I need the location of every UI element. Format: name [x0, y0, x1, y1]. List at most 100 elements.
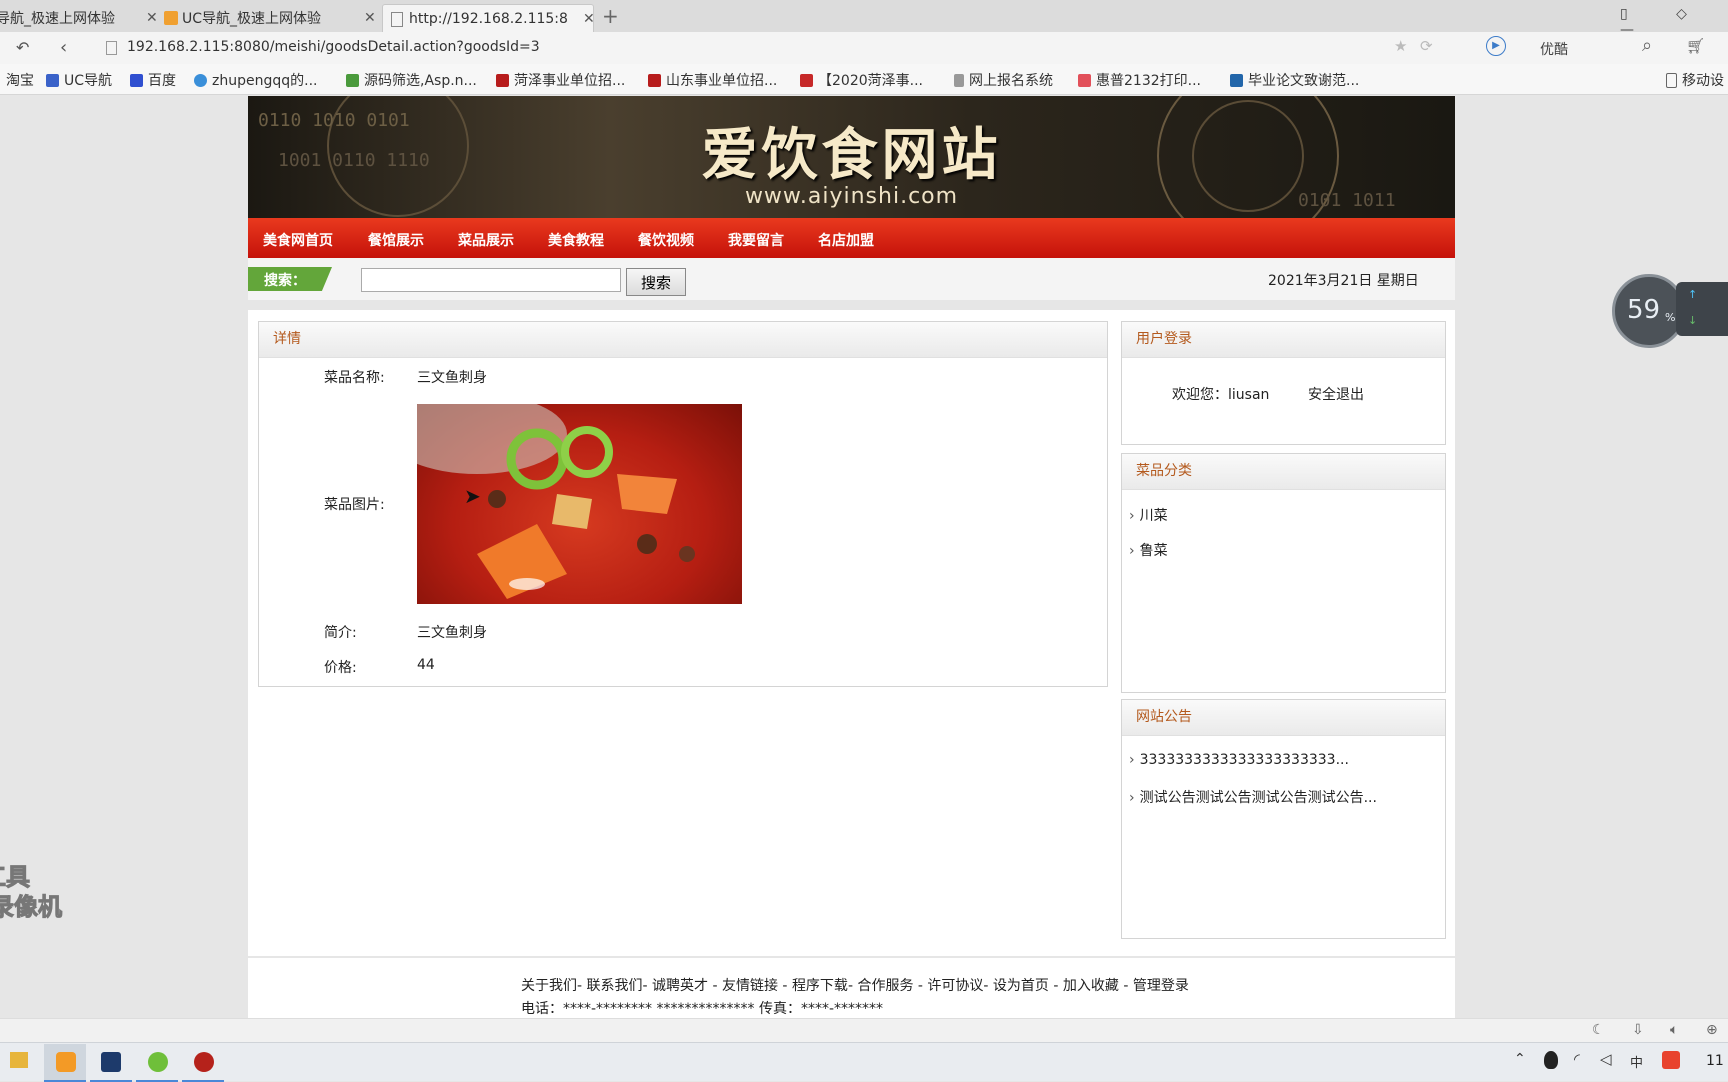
close-tab-icon[interactable]: ✕ [146, 10, 158, 26]
search-engine-label[interactable]: 优酷 [1540, 39, 1568, 59]
browser-tab-active[interactable]: http://192.168.2.115:8 ✕ [382, 4, 595, 33]
browser-logo-icon [56, 1052, 76, 1072]
zoom-icon[interactable]: ⊕ [1706, 1022, 1718, 1038]
search-button[interactable]: 搜索 [626, 268, 686, 296]
web-icon [346, 73, 359, 87]
nav-restaurants[interactable]: 餐馆展示 [368, 230, 424, 250]
notice-header: 网站公告 [1122, 700, 1445, 736]
bookmark-label: 惠普2132打印... [1096, 73, 1201, 89]
ime-icon[interactable]: 中 [1630, 1052, 1643, 1071]
new-tab-icon[interactable]: + [602, 4, 619, 28]
nav-franchise[interactable]: 名店加盟 [818, 230, 874, 250]
notice-item[interactable]: 3333333333333333333333... [1129, 752, 1349, 768]
footer-link[interactable]: 联系我们 [587, 978, 643, 994]
speed-side-panel: ↑ ↓ [1676, 282, 1728, 336]
category-item[interactable]: 川菜 [1129, 505, 1168, 525]
speed-unit: % [1665, 311, 1676, 324]
cart-icon[interactable]: 🛒︎ [1686, 37, 1705, 55]
bookmark-item[interactable]: zhupengqq的... [194, 70, 317, 90]
speaker-icon[interactable]: ◁ [1600, 1050, 1612, 1068]
close-tab-icon[interactable]: ✕ [583, 11, 595, 27]
watermark-line: 工具 [0, 863, 31, 892]
bookmark-item[interactable]: 淘宝 [6, 70, 34, 90]
footer-link[interactable]: 合作服务 [857, 978, 913, 994]
download-icon[interactable]: ⇩ [1632, 1022, 1644, 1038]
back-icon[interactable]: ‹ [60, 37, 67, 58]
refresh-icon[interactable]: ⟳ [1420, 37, 1433, 55]
bookmark-label: 毕业论文致谢范... [1248, 73, 1360, 89]
search-icon[interactable]: ⌕ [1642, 35, 1652, 56]
bookmark-label: UC导航 [64, 73, 113, 89]
footer-link[interactable]: 友情链接 [722, 978, 778, 994]
tab-title: 导航_极速上网体验 [0, 11, 115, 27]
wifi-icon[interactable]: ◜ [1574, 1050, 1580, 1068]
web-icon [496, 73, 509, 87]
login-header: 用户登录 [1122, 322, 1445, 358]
file-explorer-icon[interactable] [10, 1052, 28, 1068]
nav-dishes[interactable]: 菜品展示 [458, 230, 514, 250]
footer-link[interactable]: 加入收藏 [1063, 978, 1119, 994]
notice-panel: 网站公告 3333333333333333333333... 测试公告测试公告测… [1121, 699, 1446, 939]
sogou-icon[interactable] [1662, 1051, 1680, 1069]
nav-messages[interactable]: 我要留言 [728, 230, 784, 250]
price-label: 价格: [324, 660, 357, 676]
search-input[interactable] [361, 268, 621, 292]
editor-app-icon [101, 1052, 121, 1072]
speed-percent: 59 [1627, 295, 1661, 325]
nav-home[interactable]: 美食网首页 [263, 230, 333, 250]
nav-tutorials[interactable]: 美食教程 [548, 230, 604, 250]
close-tab-icon[interactable]: ✕ [364, 10, 376, 26]
footer-link[interactable]: 诚聘英才 [652, 978, 708, 994]
footer-link[interactable]: 许可协议 [927, 978, 983, 994]
footer-link[interactable]: 关于我们 [521, 978, 577, 994]
browser-tab[interactable]: UC导航_极速上网体验 ✕ [164, 4, 376, 32]
tab-title: http://192.168.2.115:8 [409, 11, 568, 27]
category-item[interactable]: 鲁菜 [1129, 540, 1168, 560]
volume-icon[interactable]: 🔈︎ [1670, 1022, 1678, 1038]
footer-contact: 电话：****-******** ************** 传真：****-… [521, 1001, 884, 1017]
clock[interactable]: 11 [1706, 1053, 1724, 1069]
network-speed-widget[interactable]: 59 % [1612, 274, 1686, 348]
watermark-line: 录像机 [0, 893, 63, 922]
bookmark-item[interactable]: 移动设 [1666, 70, 1724, 90]
footer-links: 关于我们- 联系我们- 诚聘英才 - 友情链接 - 程序下载- 合作服务 - 许… [521, 978, 1189, 994]
download-arrow-icon: ↓ [1688, 314, 1698, 327]
bookmark-item[interactable]: 【2020菏泽事... [800, 70, 923, 90]
bookmark-item[interactable]: 山东事业单位招... [648, 70, 777, 90]
footer-link[interactable]: 程序下载 [792, 978, 848, 994]
bookmark-item[interactable]: 菏泽事业单位招... [496, 70, 625, 90]
url-field[interactable]: 192.168.2.115:8080/meishi/goodsDetail.ac… [127, 39, 540, 55]
welcome-text: 欢迎您：liusan [1172, 387, 1270, 403]
footer-link[interactable]: 管理登录 [1133, 978, 1189, 994]
footer-link[interactable]: 设为首页 [993, 978, 1049, 994]
category-header: 菜品分类 [1122, 454, 1445, 490]
qq-icon[interactable] [1544, 1051, 1558, 1069]
bookmark-item[interactable]: 网上报名系统 [954, 70, 1053, 90]
baidu-icon [130, 73, 143, 87]
bookmark-item[interactable]: UC导航 [46, 70, 112, 90]
browser-status-bar: ☾ ⇩ 🔈︎ ⊕ [0, 1018, 1728, 1043]
star-icon[interactable]: ★ [1394, 37, 1407, 55]
dish-image-label: 菜品图片: [324, 497, 385, 513]
bookmark-item[interactable]: 毕业论文致谢范... [1230, 70, 1359, 90]
logout-link[interactable]: 安全退出 [1308, 384, 1364, 404]
web-icon [648, 73, 661, 87]
undo-icon[interactable]: ↶ [16, 38, 29, 57]
mouse-cursor-icon: ➤ [464, 484, 481, 508]
browser-tab[interactable]: 导航_极速上网体验 ✕ [0, 4, 158, 32]
nav-videos[interactable]: 餐饮视频 [638, 230, 694, 250]
night-mode-icon[interactable]: ☾ [1592, 1022, 1605, 1038]
login-panel: 用户登录 欢迎您：liusan 安全退出 [1121, 321, 1446, 445]
address-bar: ↶ ‹ 192.168.2.115:8080/meishi/goodsDetai… [0, 32, 1728, 65]
bookmark-item[interactable]: 惠普2132打印... [1078, 70, 1201, 90]
upload-arrow-icon: ↑ [1688, 288, 1698, 301]
tray-chevron-icon[interactable]: ⌃ [1514, 1051, 1526, 1067]
bookmark-label: 百度 [148, 73, 176, 89]
notice-item[interactable]: 测试公告测试公告测试公告测试公告... [1129, 787, 1377, 807]
bookmark-item[interactable]: 百度 [130, 70, 176, 90]
bookmarks-bar: 淘宝 UC导航 百度 zhupengqq的... 源码筛选,Asp.n... 菏… [0, 64, 1728, 95]
bookmark-item[interactable]: 源码筛选,Asp.n... [346, 70, 477, 90]
play-icon[interactable]: ▶ [1486, 36, 1506, 56]
search-label-tag: 搜索： [248, 267, 332, 291]
price-value: 44 [417, 657, 435, 673]
